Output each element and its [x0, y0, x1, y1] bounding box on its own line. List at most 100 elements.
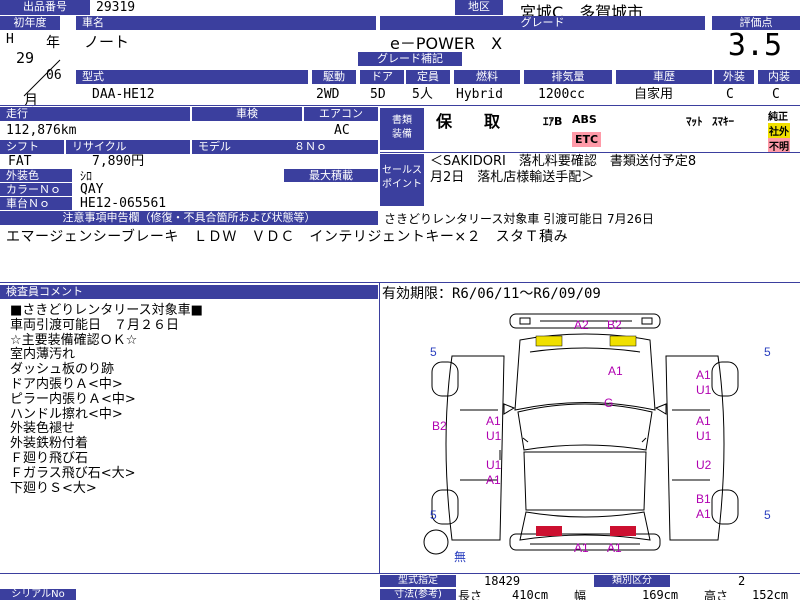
fuel-value: Hybrid: [456, 87, 503, 102]
mark-rm-u1: U1: [696, 429, 712, 443]
spare-tire-none: 無: [454, 550, 467, 564]
tire-front-left: 5: [430, 345, 437, 359]
chassis-label: 車台Ｎｏ: [0, 197, 72, 210]
color-no-label: カラーＮｏ: [0, 183, 72, 196]
type-value: DAA-HE12: [92, 87, 155, 102]
month-value: 06: [46, 68, 62, 83]
type-cert-label: 型式指定: [380, 575, 456, 587]
grade-label: グレード: [380, 16, 705, 30]
aircon-label: エアコン: [304, 107, 378, 121]
displacement-value: 1200cc: [538, 87, 585, 102]
capacity-label: 定員: [406, 70, 450, 84]
class-value: 2: [738, 574, 746, 588]
mark-rear-a1-left: A1: [574, 541, 589, 555]
front-marker-right: [609, 335, 637, 347]
interior-label: 内装: [758, 70, 800, 84]
mark-lf-u1: U1: [486, 429, 502, 443]
model-name: ノート: [84, 33, 130, 51]
inspection-label: 車検: [192, 107, 302, 121]
inspector-comments: ■さきどりレンタリース対象車■ 車両引渡可能日 ７月２６日 ☆主要装備確認ＯＫ☆…: [10, 303, 203, 496]
comment-line: Ｆガラス飛び石<大>: [10, 465, 136, 481]
length-value: 410cm: [512, 588, 549, 600]
lot-number-label: 出品番号: [0, 0, 90, 15]
height-label: 高さ: [704, 589, 729, 600]
comment-line: 外装鉄粉付着: [10, 436, 89, 452]
history-label: 車歴: [616, 70, 712, 84]
grade-value: e－POWER X: [390, 34, 503, 53]
dims-label: 寸法(参考): [380, 589, 456, 600]
docs-label-1: 書類: [392, 115, 412, 126]
mark-roof-g: G: [604, 396, 614, 410]
sales-point-label: セールス ポイント: [380, 154, 424, 206]
first-registration-box: H 年 29 06 月: [2, 32, 72, 109]
notice-right: さきどりレンタリース対象車 引渡可能日 7月26日: [384, 212, 654, 226]
loadcap-label: 最大積載: [284, 169, 378, 182]
rear-marker-left: [536, 526, 562, 536]
docs-equip-label: 書類 装備: [380, 108, 424, 150]
mileage-label: 走行: [0, 107, 190, 121]
shift-value: FAT: [8, 154, 32, 169]
door-label: ドア: [360, 70, 404, 84]
sales-point-text: ＜SAKIDORI 落札料要確認 書類送付予定8 月2日 落札店様輸送手配＞: [430, 154, 696, 186]
comment-line: 外装色褪せ: [10, 421, 76, 437]
fuel-label: 燃料: [454, 70, 520, 84]
sales-line-1: ＜SAKIDORI 落札料要確認 書類送付予定8: [430, 154, 697, 169]
length-label: 長さ: [458, 589, 483, 600]
equipment-line: エマージェンシーブレーキ ＬＤＷ ＶＤＣ インテリジェントキー×２ スタＴ積み: [6, 229, 569, 245]
height-value: 152cm: [752, 588, 789, 600]
aircon-value: AC: [334, 123, 350, 138]
displacement-label: 排気量: [524, 70, 612, 84]
drive-value: 2WD: [316, 87, 340, 102]
nav-unknown: 不明: [768, 138, 790, 153]
equip-smart-key: ｽﾏｷｰ: [712, 115, 734, 128]
interior-value: C: [772, 87, 780, 102]
color-label: 外装色: [0, 169, 72, 182]
comment-line: ダッシュ板のり跡: [10, 362, 115, 378]
model-label-text: モデル: [198, 140, 231, 153]
lot-number: 29319: [96, 0, 136, 15]
equip-airbag: ｴｱB: [543, 115, 563, 128]
model-name-label: 車名: [76, 16, 376, 30]
comment-line: ■さきどりレンタリース対象車■: [10, 303, 203, 318]
chassis-value: HE12-065561: [80, 196, 167, 211]
mark-front-a2: A2: [574, 318, 589, 332]
mark-lr-u1: U1: [486, 458, 502, 472]
recycle-label: リサイクル: [66, 140, 190, 154]
docs-keep: 保 取: [436, 112, 501, 131]
nav-aftermarket: 社外: [768, 123, 790, 138]
serial-label: シリアルNo: [0, 589, 76, 600]
sales-label-2: ポイント: [382, 179, 422, 190]
mark-front-b2: B2: [607, 318, 622, 332]
exterior-label: 外装: [714, 70, 754, 84]
door-value: 5D: [370, 87, 386, 102]
front-marker-left: [535, 335, 563, 347]
comment-line: 車両引渡可能日 ７月２６日: [10, 317, 180, 333]
history-value: 自家用: [634, 87, 674, 102]
car-damage-diagram: [423, 313, 739, 555]
width-value: 169cm: [642, 588, 679, 600]
class-label: 類別区分: [594, 575, 670, 587]
docs-label-2: 装備: [392, 129, 412, 140]
comment-line: 室内薄汚れ: [10, 347, 76, 363]
grade-sub-label: グレード補記: [358, 52, 462, 66]
equip-mat: ﾏｯﾄ: [686, 115, 703, 128]
mark-lr-a1: A1: [486, 473, 501, 487]
width-label: 幅: [574, 589, 587, 600]
type-label: 型式: [76, 70, 308, 84]
comment-line: ドア内張りＡ<中>: [10, 376, 123, 392]
mileage-value: 112,876km: [6, 123, 77, 138]
region-label: 地区: [455, 0, 503, 15]
rear-marker-right: [610, 526, 636, 536]
comment-line: 下廻りＳ<大>: [10, 480, 97, 496]
first-year-label: 初年度: [0, 16, 60, 30]
comment-line: Ｆ廻り飛び石: [10, 450, 89, 466]
mark-rear-a1-right: A1: [607, 541, 622, 555]
notice-label: 注意事項申告欄（修復・不具合箇所および状態等）: [0, 211, 378, 225]
mark-rm-a1: A1: [696, 414, 711, 428]
sales-label-1: セールス: [382, 165, 422, 176]
mark-rb-a1: A1: [696, 507, 711, 521]
model-label: モデル ８Ｎｏ: [192, 140, 378, 154]
mark-hood-a1: A1: [608, 364, 623, 378]
inspector-comment-label: 検査員コメント: [0, 285, 378, 299]
mark-rr-u2: U2: [696, 458, 712, 472]
